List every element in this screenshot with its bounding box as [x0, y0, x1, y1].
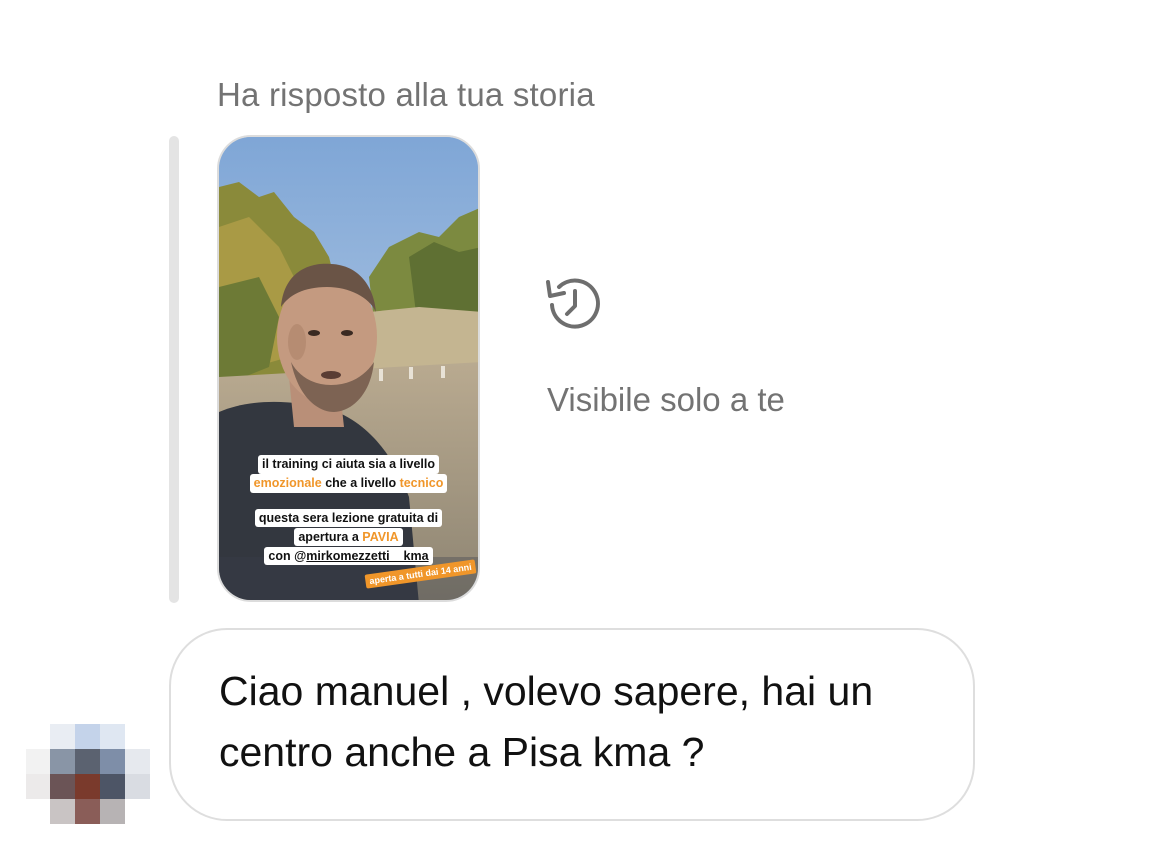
caption-line: il training ci aiuta sia a livello: [258, 455, 439, 474]
story-preview[interactable]: il training ci aiuta sia a livello emozi…: [217, 135, 480, 602]
message-bubble[interactable]: Ciao manuel , volevo sapere, hai un cent…: [169, 628, 975, 821]
chat-thread: Ha risposto alla tua storia il training …: [0, 0, 1170, 844]
story-caption-bottom: questa sera lezione gratuita di apertura…: [219, 509, 478, 566]
caption-text: apertura a: [298, 530, 363, 544]
caption-text: con @: [268, 549, 307, 563]
visibility-note: Visibile solo a te: [547, 381, 785, 418]
caption-line: con @mirkomezzetti__kma: [264, 547, 433, 565]
caption-line: questa sera lezione gratuita di: [254, 509, 443, 527]
caption-line: emozionale che a livello tecnico: [249, 474, 448, 493]
story-caption-top: il training ci aiuta sia a livello emozi…: [219, 455, 478, 493]
caption-highlight: tecnico: [399, 476, 444, 490]
sender-avatar[interactable]: [26, 724, 150, 824]
caption-mention: mirkomezzetti__kma: [306, 549, 429, 563]
history-icon: [546, 278, 600, 329]
caption-line: apertura a PAVIA: [294, 528, 403, 546]
reply-quote-bar: [169, 136, 179, 603]
caption-highlight: emozionale: [253, 476, 322, 490]
story-reply-label: Ha risposto alla tua storia: [217, 76, 595, 113]
caption-highlight: PAVIA: [362, 530, 399, 544]
message-text: Ciao manuel , volevo sapere, hai un cent…: [219, 668, 874, 775]
caption-text: che a livello: [321, 476, 400, 490]
